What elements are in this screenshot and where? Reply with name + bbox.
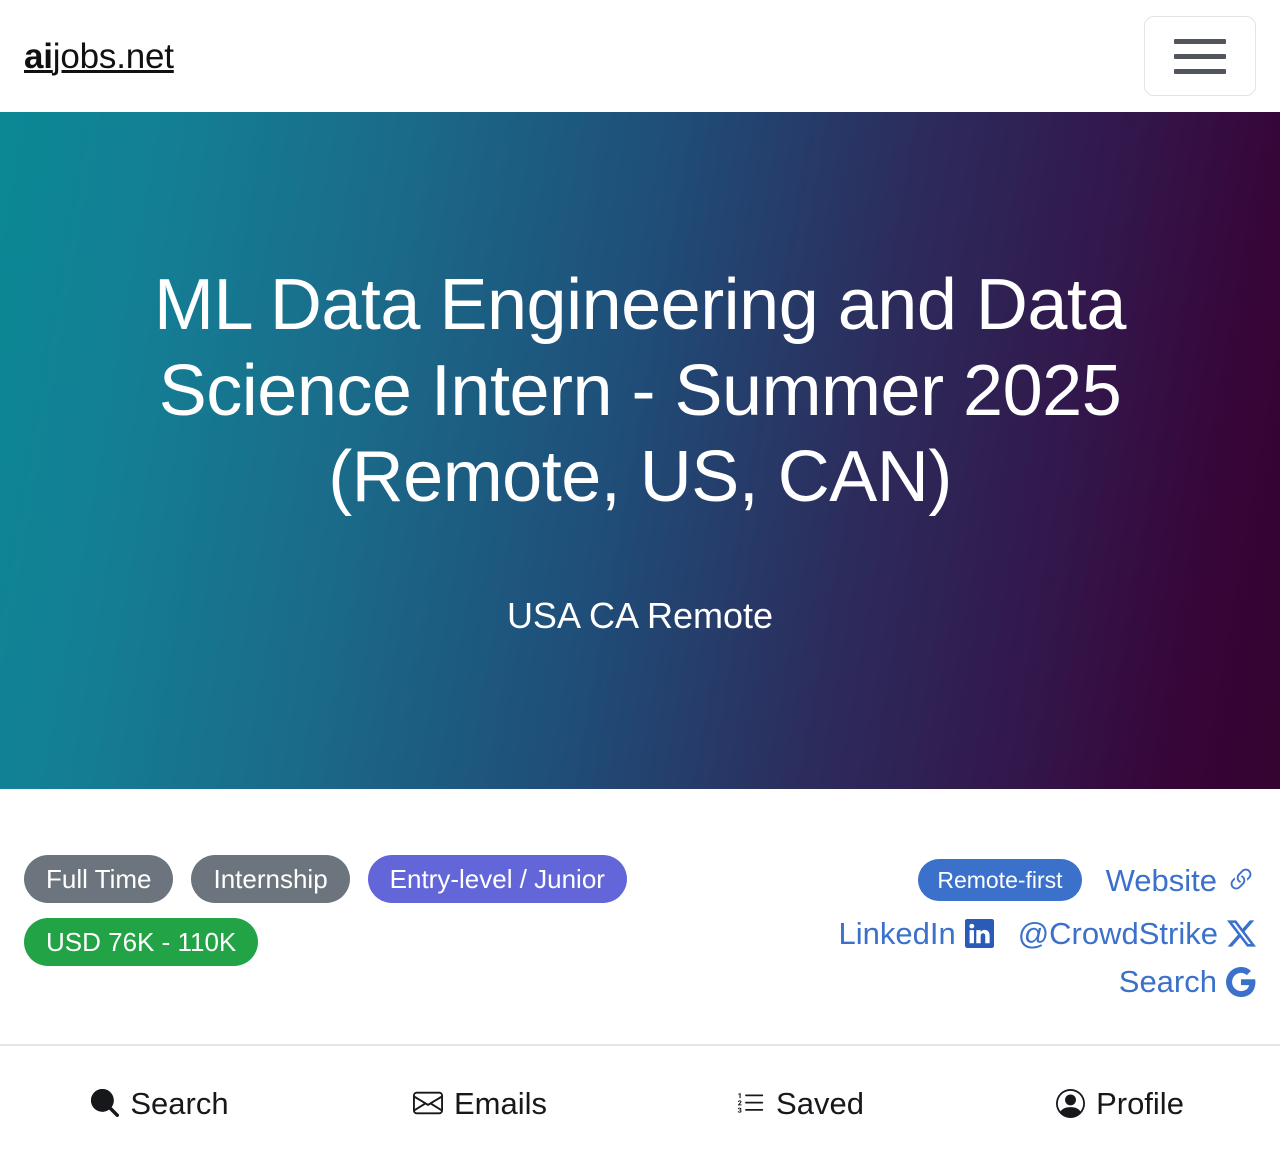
logo-text-bold: ai xyxy=(24,36,53,76)
hamburger-icon-bar-3 xyxy=(1174,68,1226,74)
x-twitter-icon xyxy=(1227,919,1256,948)
page-title: ML Data Engineering and Data Science Int… xyxy=(154,264,1126,518)
nav-item-profile-label: Profile xyxy=(1096,1085,1184,1121)
envelope-icon xyxy=(412,1088,443,1118)
link-chain-icon xyxy=(1226,865,1256,895)
company-website-label: Website xyxy=(1105,862,1217,898)
search-icon xyxy=(91,1089,120,1117)
company-links-row-3: Search xyxy=(1119,966,1256,997)
google-g-icon xyxy=(1226,966,1256,997)
company-website-link[interactable]: Website xyxy=(1106,865,1256,896)
tag-experience-level[interactable]: Entry-level / Junior xyxy=(367,855,627,903)
nav-item-search-label: Search xyxy=(130,1085,229,1121)
company-google-search-link[interactable]: Search xyxy=(1119,966,1256,997)
person-circle-icon xyxy=(1056,1088,1086,1118)
nav-item-saved-label: Saved xyxy=(776,1085,864,1121)
nav-item-profile[interactable]: Profile xyxy=(960,1088,1280,1119)
company-links-row-2: LinkedIn @CrowdStrike xyxy=(838,918,1256,949)
tag-full-time[interactable]: Full Time xyxy=(24,855,174,903)
company-google-search-label: Search xyxy=(1118,964,1217,999)
company-linkedin-label: LinkedIn xyxy=(838,916,956,951)
hamburger-icon-bar-1 xyxy=(1174,38,1226,44)
site-logo[interactable]: aijobs.net xyxy=(24,39,174,74)
job-tag-list: Full Time Internship Entry-level / Junio… xyxy=(24,855,724,966)
logo-text-rest: jobs.net xyxy=(52,36,174,76)
site-header: aijobs.net xyxy=(0,0,1280,112)
company-links: Remote-first Website LinkedIn @CrowdStri… xyxy=(838,855,1256,997)
job-meta-section: Full Time Internship Entry-level / Junio… xyxy=(0,789,1280,1044)
job-location: USA CA Remote xyxy=(506,594,774,636)
numbered-list-icon xyxy=(736,1089,765,1118)
linkedin-icon xyxy=(964,919,994,948)
company-twitter-handle: @CrowdStrike xyxy=(1017,916,1218,951)
hamburger-icon-bar-2 xyxy=(1174,53,1226,59)
company-linkedin-link[interactable]: LinkedIn xyxy=(838,916,994,951)
job-hero-banner: ML Data Engineering and Data Science Int… xyxy=(0,112,1280,789)
nav-item-emails-label: Emails xyxy=(453,1085,547,1121)
company-twitter-link[interactable]: @CrowdStrike xyxy=(1018,918,1256,949)
bottom-navigation-bar: Search Emails Saved Profile xyxy=(0,1044,1280,1160)
tag-internship[interactable]: Internship xyxy=(191,855,350,903)
company-links-row-1: Remote-first Website xyxy=(918,859,1256,901)
hamburger-menu-button[interactable] xyxy=(1144,16,1256,96)
tag-salary-range[interactable]: USD 76K - 110K xyxy=(24,918,259,966)
tag-remote-first[interactable]: Remote-first xyxy=(918,859,1082,901)
nav-item-search[interactable]: Search xyxy=(0,1088,320,1119)
nav-item-saved[interactable]: Saved xyxy=(640,1088,960,1119)
nav-item-emails[interactable]: Emails xyxy=(320,1088,640,1119)
